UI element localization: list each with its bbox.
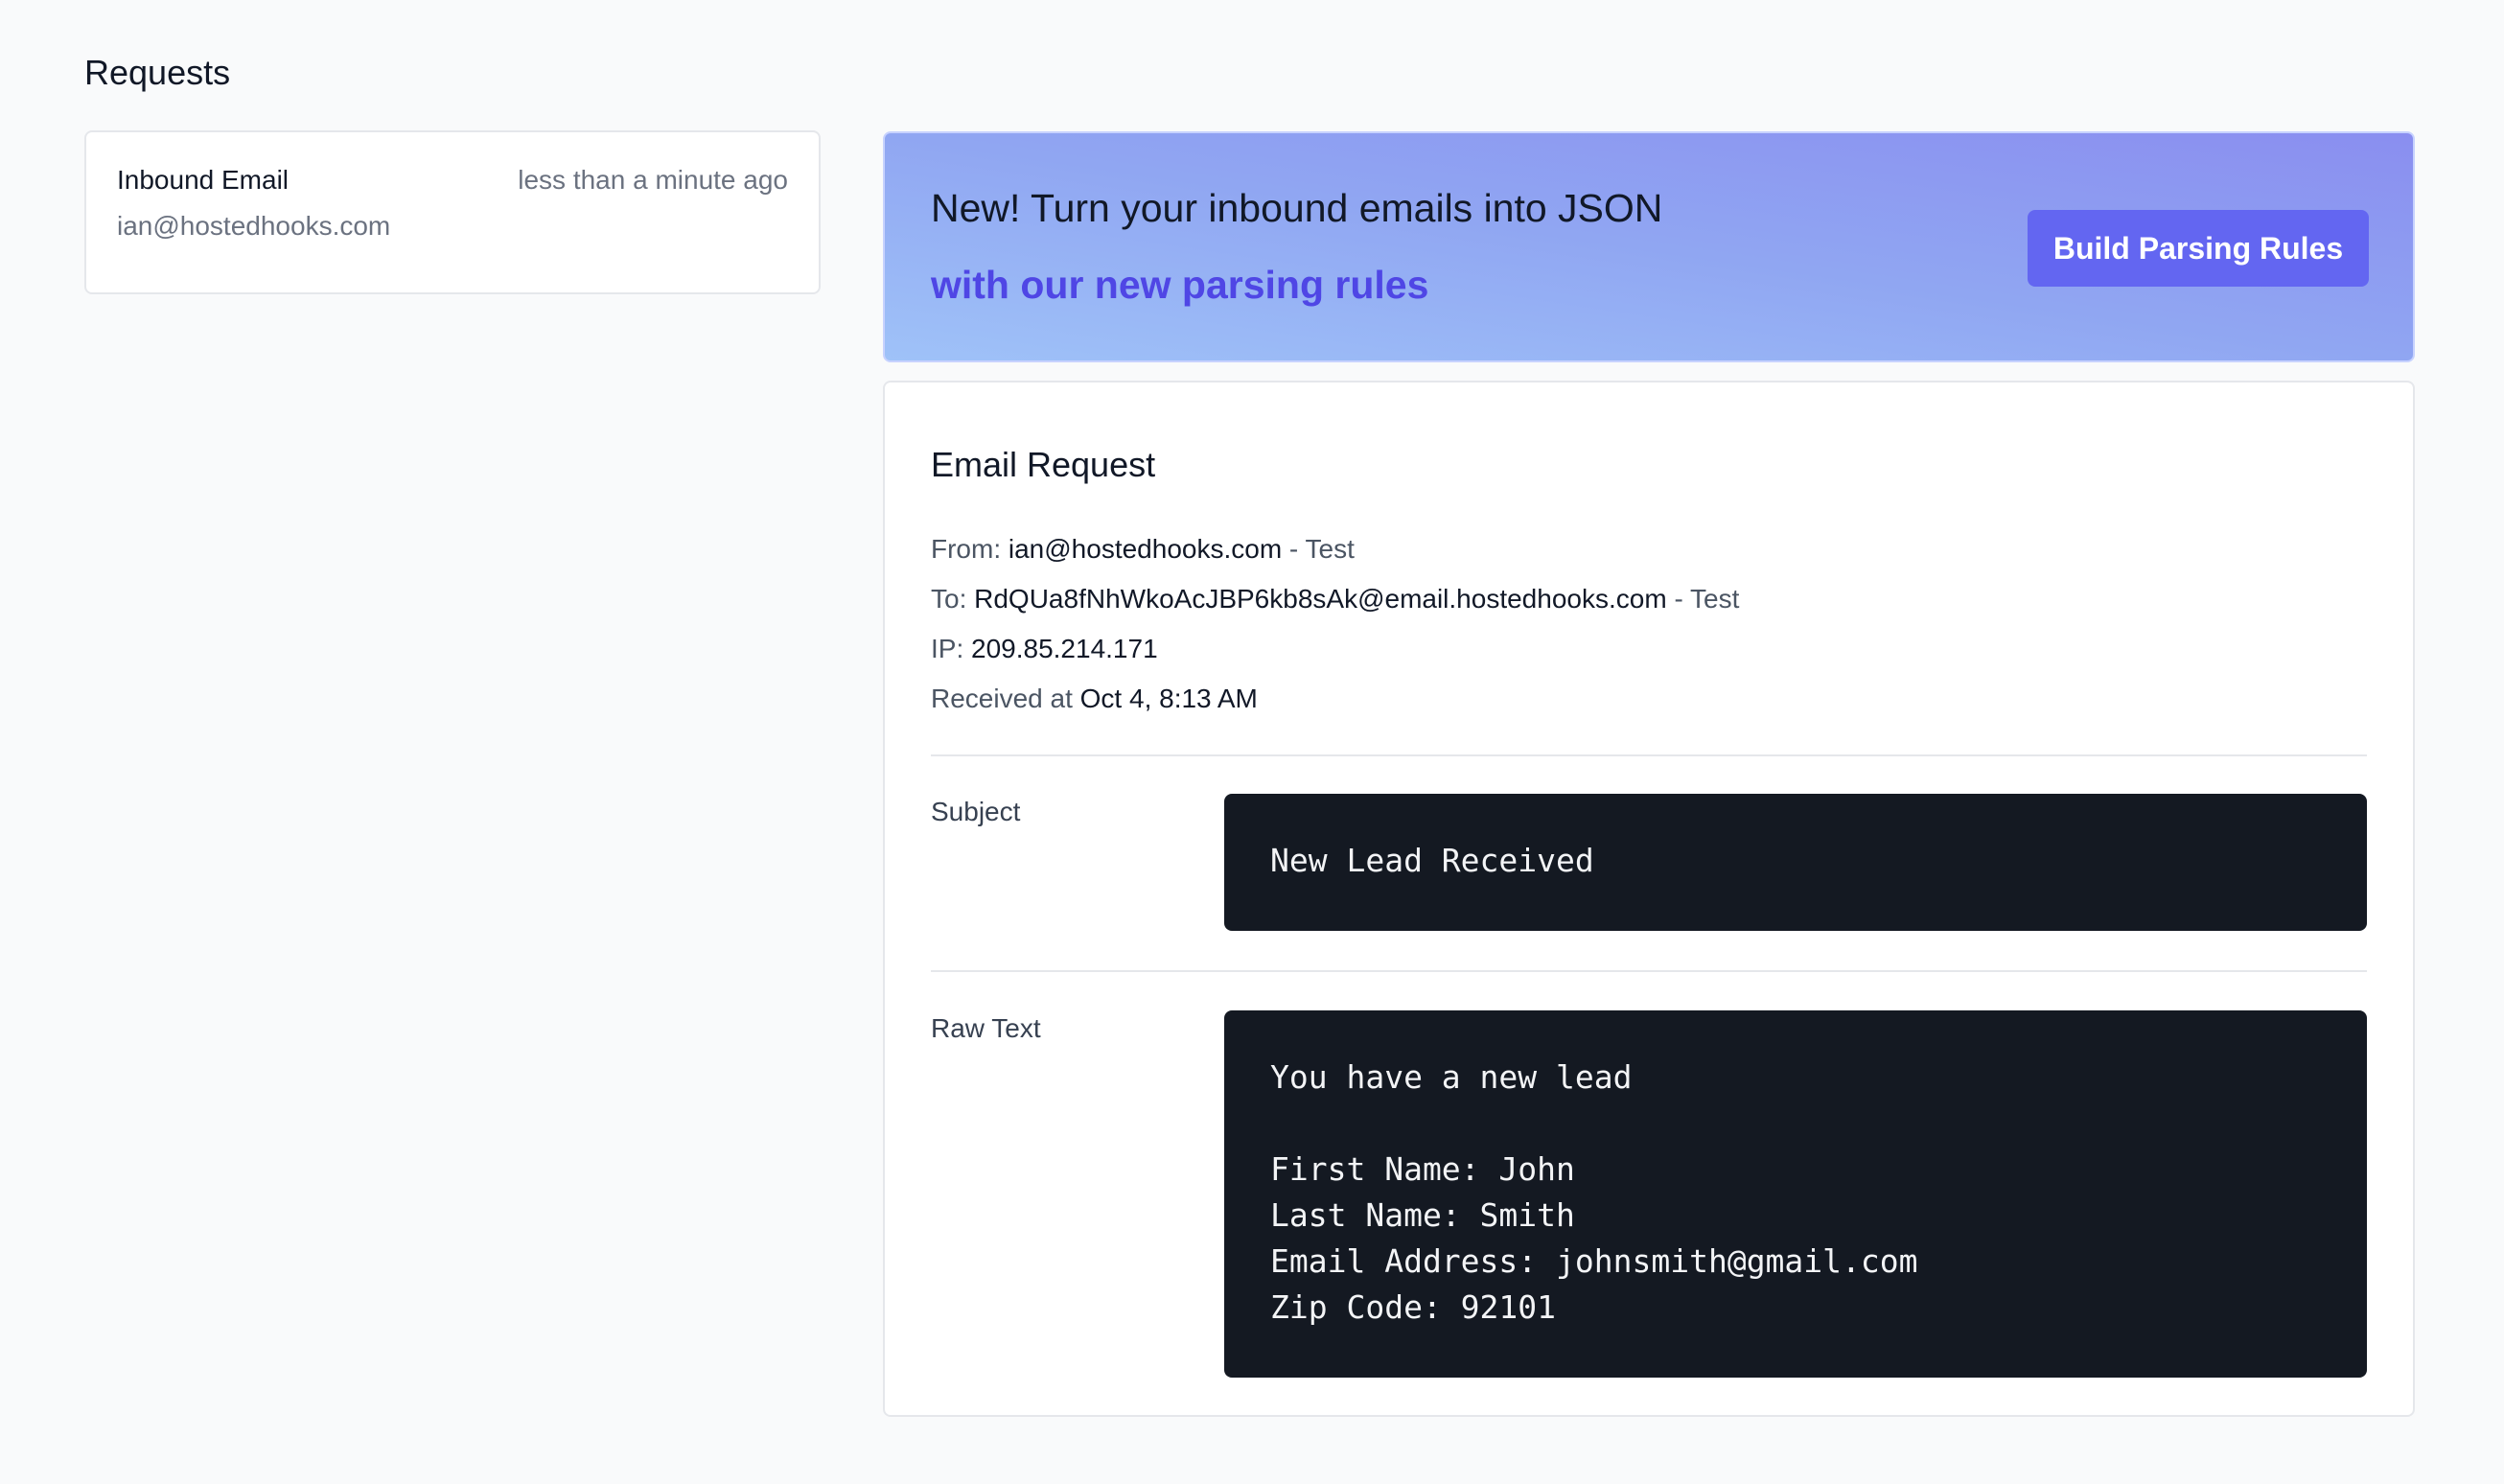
- ip-value: 209.85.214.171: [971, 634, 1158, 663]
- from-label: From:: [931, 534, 1002, 564]
- page: Requests Inbound Email less than a minut…: [0, 0, 2504, 1484]
- to-value: RdQUa8fNhWkoAcJBP6kb8sAk@email.hostedhoo…: [974, 584, 1667, 614]
- subject-code-block: New Lead Received: [1224, 794, 2367, 931]
- from-row: From: ian@hostedhooks.com - Test: [931, 524, 1739, 574]
- raw-text-code-block: You have a new lead First Name: John Las…: [1224, 1010, 2367, 1378]
- ip-label: IP:: [931, 634, 964, 663]
- request-address: ian@hostedhooks.com: [117, 211, 391, 241]
- subject-label: Subject: [931, 797, 1021, 826]
- to-suffix: - Test: [1674, 584, 1740, 614]
- parsing-rules-banner: New! Turn your inbound emails into JSON …: [883, 131, 2415, 362]
- divider: [931, 754, 2367, 756]
- email-request-title: Email Request: [931, 445, 1156, 484]
- request-kind: Inbound Email: [117, 165, 290, 195]
- to-row: To: RdQUa8fNhWkoAcJBP6kb8sAk@email.hoste…: [931, 574, 1739, 624]
- request-time: less than a minute ago: [518, 165, 788, 195]
- raw-text-label: Raw Text: [931, 1013, 1041, 1043]
- email-request-panel: Email Request From: ian@hostedhooks.com …: [883, 381, 2415, 1417]
- received-label: Received at: [931, 684, 1073, 713]
- email-metadata: From: ian@hostedhooks.com - Test To: RdQ…: [931, 524, 1739, 724]
- received-row: Received at Oct 4, 8:13 AM: [931, 674, 1739, 724]
- page-title: Requests: [84, 53, 231, 92]
- divider: [931, 970, 2367, 972]
- ip-row: IP: 209.85.214.171: [931, 624, 1739, 674]
- request-list-item[interactable]: Inbound Email less than a minute ago ian…: [84, 130, 821, 294]
- request-list-item-header: Inbound Email less than a minute ago: [117, 161, 788, 199]
- from-value: ian@hostedhooks.com: [1008, 534, 1283, 564]
- from-suffix: - Test: [1288, 534, 1355, 564]
- build-parsing-rules-button[interactable]: Build Parsing Rules: [2028, 210, 2369, 287]
- received-value: Oct 4, 8:13 AM: [1079, 684, 1258, 713]
- to-label: To:: [931, 584, 967, 614]
